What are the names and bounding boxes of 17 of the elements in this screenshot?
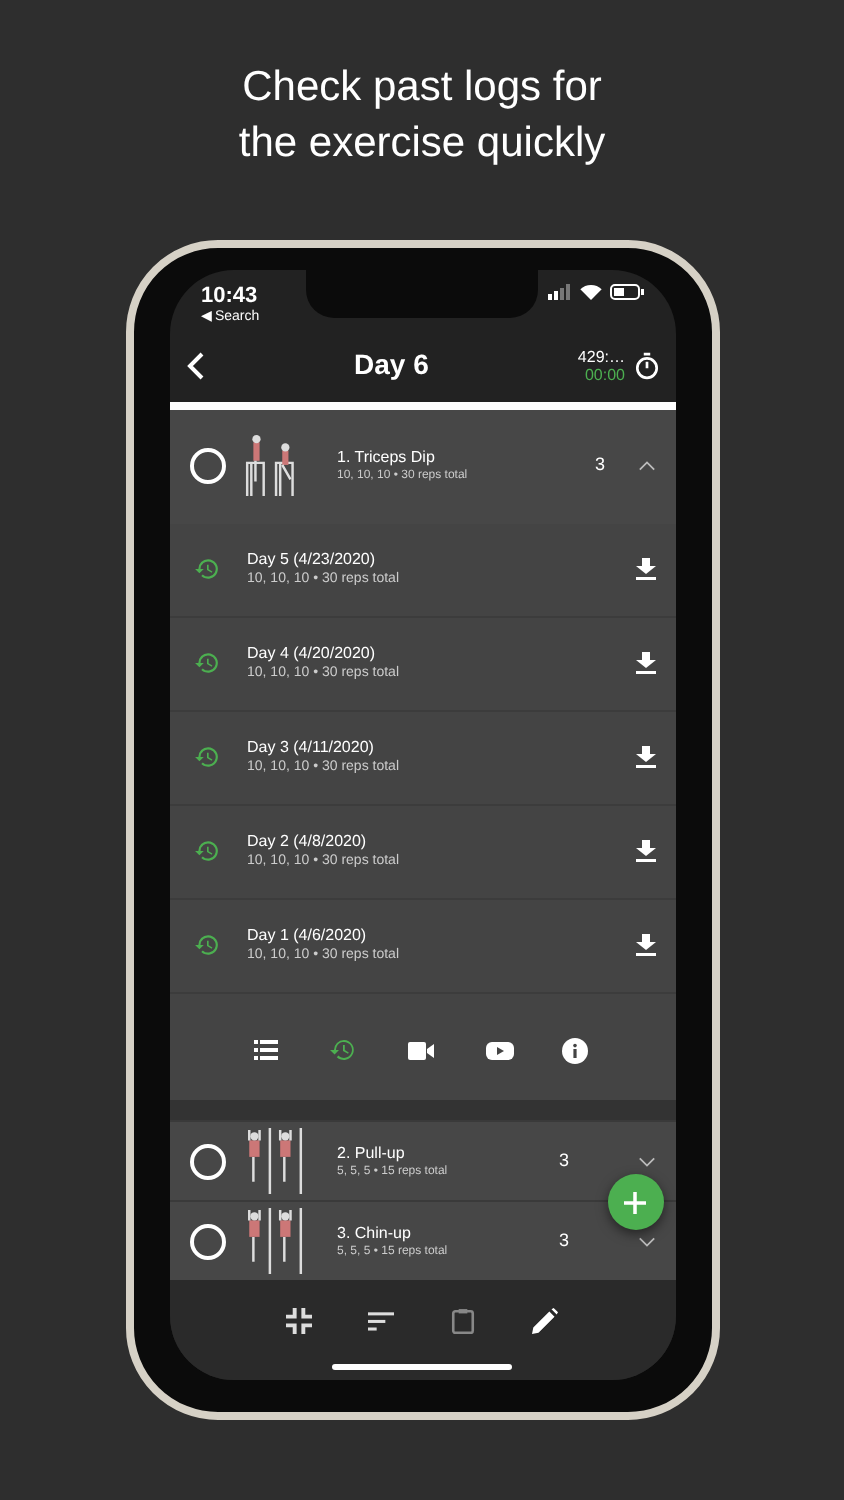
log-date: Day 1 (4/6/2020) bbox=[247, 924, 369, 947]
set-count: 3 bbox=[558, 1227, 569, 1254]
set-count: 3 bbox=[594, 452, 605, 479]
log-date: Day 4 (4/20/2020) bbox=[247, 642, 378, 665]
exercise-name: 1. Triceps Dip bbox=[337, 446, 437, 469]
log-date: Day 2 (4/8/2020) bbox=[247, 830, 369, 853]
screen-title: Day 6 bbox=[352, 346, 431, 385]
exercise-name: 2. Pull-up bbox=[337, 1141, 407, 1164]
exercise-name: 3. Chin-up bbox=[337, 1221, 413, 1244]
timer-text: 429:… bbox=[577, 347, 625, 366]
headline: the exercise quickly bbox=[236, 118, 608, 170]
log-date: Day 3 (4/11/2020) bbox=[247, 736, 376, 759]
set-count: 3 bbox=[558, 1148, 569, 1175]
headline: Check past logs for bbox=[240, 62, 604, 114]
status-time: 10:43 bbox=[201, 284, 260, 308]
timer-text: 00:00 bbox=[582, 365, 625, 384]
log-date: Day 5 (4/23/2020) bbox=[247, 548, 378, 571]
